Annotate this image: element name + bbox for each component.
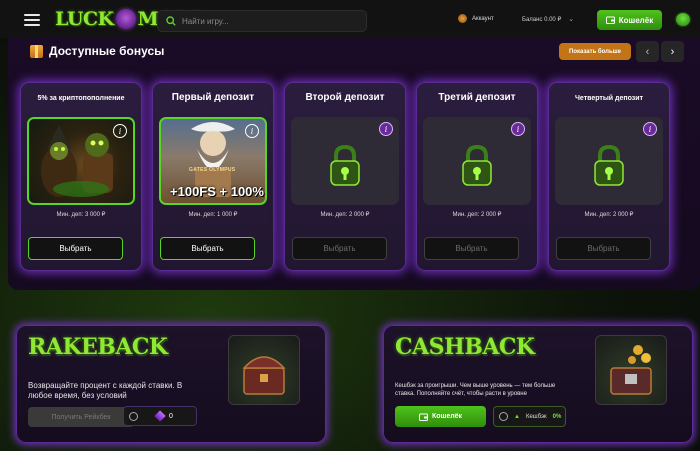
bonus-card-min-deposit: Мин. деп: 2 000 ₽ [584, 212, 634, 218]
bonus-card-third-deposit: Третий депозит i Мин. деп: 2 000 ₽ Выбра… [416, 82, 538, 271]
menu-icon[interactable] [24, 14, 40, 26]
bonus-card-title: Третий депозит [438, 92, 516, 103]
cashback-counter: ▲ Кешбэк 0% [493, 406, 566, 427]
info-icon[interactable]: i [379, 122, 393, 136]
clock-icon [129, 411, 138, 421]
chevron-left-icon[interactable]: ‹ [636, 41, 659, 62]
rakeback-description-line: Возвращайте процент с каждой ставки. В [28, 381, 183, 390]
cashback-wallet-button[interactable]: Кошелёк [395, 406, 486, 427]
padlock-icon [594, 144, 624, 186]
padlock-icon [330, 144, 360, 186]
bonus-card-image: i [555, 117, 663, 205]
clock-icon [499, 412, 508, 421]
bonus-offer-text: +100FS + 100% [170, 184, 264, 199]
cashback-description: Кешбэк за проигрыши. Чем выше уровень — … [395, 382, 555, 398]
cashback-description-line: ставка. Пополняйте счёт, чтобы расти в у… [395, 391, 527, 397]
bonus-card-title: Второй депозит [305, 92, 385, 103]
rakeback-title: RAKEBACK [28, 334, 168, 360]
treasure-chest-image [595, 335, 667, 405]
bonus-card-min-deposit: Мин. деп: 2 000 ₽ [320, 212, 370, 218]
bonus-card-min-deposit: Мин. деп: 3 000 ₽ [56, 212, 106, 218]
bonuses-title-text: Доступные бонусы [49, 44, 165, 58]
cashback-counter-label: Кешбэк [525, 413, 547, 420]
cashback-card: CASHBACK Кешбэк за проигрыши. Чем выше у… [383, 325, 693, 443]
bonus-card-title: 5% за криптопополнение [37, 95, 125, 102]
bonus-card-crypto: 5% за криптопополнение i Мин. деп: 3 000… [20, 82, 142, 271]
bonus-card-min-deposit: Мин. деп: 1 000 ₽ [188, 212, 238, 218]
coin-stack-icon: ▲ [514, 413, 520, 420]
chevron-down-icon: ⌄ [568, 16, 575, 23]
padlock-icon [462, 144, 492, 186]
info-icon[interactable]: i [511, 122, 525, 136]
bonus-card-second-deposit: Второй депозит i Мин. деп: 2 000 ₽ Выбра… [284, 82, 406, 271]
account-icon [458, 14, 467, 23]
bonus-card-image: i [27, 117, 135, 205]
show-more-button[interactable]: Показать больше [559, 43, 631, 60]
search-input[interactable] [182, 16, 352, 26]
search-icon [166, 16, 176, 26]
bonuses-title: Доступные бонусы [30, 44, 164, 58]
rakeback-description: Возвращайте процент с каждой ставки. В л… [28, 381, 182, 401]
chevron-right-icon[interactable]: › [661, 41, 684, 62]
bonus-card-image: i [423, 117, 531, 205]
select-bonus-button[interactable]: Выбрать [292, 237, 387, 260]
cashback-title: CASHBACK [395, 334, 535, 360]
bonus-card-first-deposit: Первый депозит GATES OLYMPUS +100FS + 10… [152, 82, 274, 271]
bonus-card-min-deposit: Мин. деп: 2 000 ₽ [452, 212, 502, 218]
gift-icon [30, 44, 43, 58]
wallet-button[interactable]: Кошелёк [597, 10, 662, 30]
info-icon[interactable]: i [113, 124, 127, 138]
wallet-icon [418, 413, 428, 421]
cashback-description-line: Кешбэк за проигрыши. Чем выше уровень — … [395, 383, 556, 389]
logo-skull-icon [115, 9, 136, 29]
select-bonus-button[interactable]: Выбрать [28, 237, 123, 260]
bonus-card-image: i [291, 117, 399, 205]
rakeback-counter: 0 [123, 406, 197, 426]
select-bonus-button[interactable]: Выбрать [424, 237, 519, 260]
info-icon[interactable]: i [643, 122, 657, 136]
gem-icon [154, 410, 166, 422]
bonus-card-title: Четвертый депозит [574, 95, 644, 102]
bonus-card-fourth-deposit: Четвертый депозит i Мин. деп: 2 000 ₽ Вы… [548, 82, 670, 271]
wallet-button-label: Кошелёк [618, 15, 654, 25]
get-rakeback-button[interactable]: Получить Рейкбек [28, 407, 134, 427]
rakeback-description-line: любое время, без условий [28, 391, 127, 400]
treasure-chest-image [228, 335, 300, 405]
account-label: Аккаунт [472, 15, 494, 22]
game-title-text: GATES OLYMPUS [189, 167, 236, 173]
logo-left-text: LUCK [55, 8, 114, 30]
cashback-wallet-button-label: Кошелёк [431, 413, 463, 420]
bonus-card-title: Первый депозит [171, 92, 255, 103]
select-bonus-button[interactable]: Выбрать [556, 237, 651, 260]
info-icon[interactable]: i [245, 124, 259, 138]
rakeback-counter-value: 0 [169, 412, 173, 420]
select-bonus-button[interactable]: Выбрать [160, 237, 255, 260]
search-box[interactable] [157, 10, 367, 32]
balance-dropdown[interactable]: Баланс 0.00 ₽ ⌄ [522, 15, 574, 23]
top-header: LUCK MORE Аккаунт Баланс 0.00 ₽ ⌄ Кошелё… [0, 0, 700, 38]
wallet-icon [605, 16, 615, 24]
account-link[interactable]: Аккаунт [458, 14, 494, 23]
cashback-counter-value: 0% [552, 413, 562, 420]
bonus-card-image: GATES OLYMPUS +100FS + 100% i [159, 117, 267, 205]
avatar[interactable] [676, 13, 690, 26]
balance-label: Баланс 0.00 ₽ [522, 16, 562, 23]
rakeback-card: RAKEBACK Возвращайте процент с каждой ст… [16, 325, 326, 443]
